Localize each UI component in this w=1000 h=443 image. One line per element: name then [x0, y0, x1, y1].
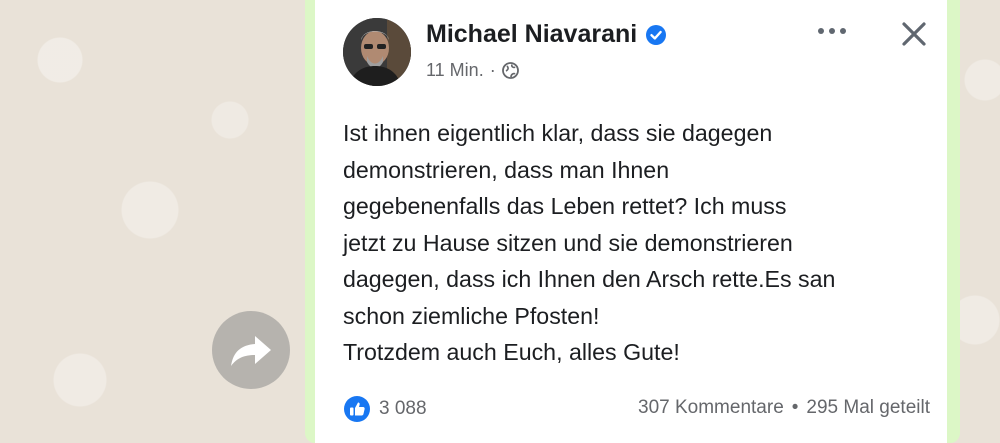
- post-text-line: Ist ihnen eigentlich klar, dass sie dage…: [343, 120, 773, 146]
- verified-badge-icon: [645, 24, 667, 46]
- forward-icon: [231, 336, 271, 366]
- close-button[interactable]: [896, 16, 932, 52]
- avatar[interactable]: [343, 18, 411, 86]
- post-text-line: Trotzdem auch Euch, alles Gute!: [343, 339, 680, 365]
- post-stats: 307 Kommentare • 295 Mal geteilt: [638, 397, 930, 419]
- post-text-line: schon ziemliche Pfosten!: [343, 302, 600, 329]
- reactions-summary[interactable]: 3 088: [343, 395, 427, 423]
- more-options-icon: [818, 28, 846, 34]
- post-timestamp[interactable]: 11 Min.: [426, 60, 484, 81]
- more-options-button[interactable]: [815, 16, 849, 46]
- post-text: Ist ihnen eigentlich klar, dass sie dage…: [343, 115, 913, 371]
- reactions-count[interactable]: 3 088: [379, 398, 427, 420]
- post-text-line: jetzt zu Hause sitzen und sie demonstrie…: [343, 229, 793, 256]
- like-icon: [343, 395, 371, 423]
- globe-icon: [501, 62, 519, 79]
- author-name[interactable]: Michael Niavarani: [426, 20, 637, 49]
- post-author[interactable]: Michael Niavarani: [426, 20, 667, 49]
- post-meta: 11 Min. ·: [426, 60, 519, 81]
- stats-separator: •: [791, 397, 799, 418]
- close-icon: [902, 22, 926, 46]
- meta-separator: ·: [489, 60, 496, 80]
- shares-count[interactable]: 295 Mal geteilt: [806, 397, 930, 419]
- post-text-line: dagegen, dass ich Ihnen den Arsch rette.…: [343, 266, 836, 292]
- comments-count[interactable]: 307 Kommentare: [638, 397, 784, 419]
- forward-button[interactable]: [212, 311, 290, 389]
- post-text-line: gegebenenfalls das Leben rettet? Ich mus…: [343, 193, 787, 219]
- post-text-line: demonstrieren, dass man Ihnen: [343, 156, 670, 183]
